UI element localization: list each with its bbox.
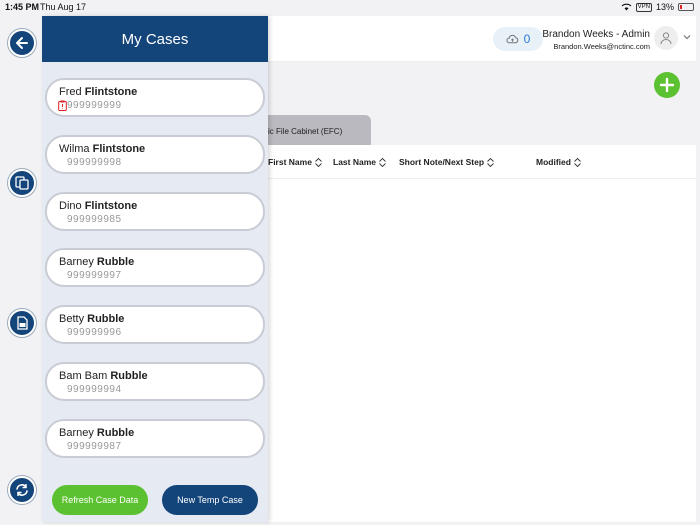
case-number: 999999987: [67, 441, 122, 452]
avatar[interactable]: [654, 26, 678, 50]
sort-icon: [574, 157, 581, 167]
case-name: Betty Rubble: [59, 313, 125, 325]
column-last-name[interactable]: Last Name: [333, 157, 386, 167]
user-icon: [660, 32, 672, 45]
switch-screens-button[interactable]: [8, 169, 36, 197]
battery-icon: [678, 3, 694, 11]
main-header: 0 Brandon Weeks - Admin Brandon.Weeks@nc…: [268, 16, 696, 62]
case-item[interactable]: Barney Rubble 999999997: [45, 248, 265, 287]
sync-count: 0: [523, 32, 531, 46]
back-button[interactable]: [8, 29, 36, 57]
status-date: Thu Aug 17: [40, 2, 87, 12]
sort-icon: [315, 157, 322, 167]
case-number: 999999998: [67, 157, 122, 168]
drawer-title: My Cases: [42, 16, 268, 62]
document-scan-button[interactable]: [8, 309, 36, 337]
column-short-note[interactable]: Short Note/Next Step: [399, 157, 494, 167]
tab-electronic-file-cabinet[interactable]: ic File Cabinet (EFC): [268, 115, 371, 145]
status-indicators: VPN 13%: [621, 2, 694, 12]
table-header: First Name Last Name Short Note/Next Ste…: [268, 145, 696, 179]
case-name: Bam Bam Rubble: [59, 370, 148, 382]
wifi-icon: [621, 3, 632, 11]
sort-icon: [379, 157, 386, 167]
case-name: Barney Rubble: [59, 427, 135, 439]
sync-icon: [16, 484, 28, 496]
add-case-button[interactable]: [654, 72, 680, 98]
vpn-badge: VPN: [635, 2, 652, 12]
sort-icon: [487, 157, 494, 167]
case-item[interactable]: Fred Flintstone 999999999: [45, 78, 265, 117]
sync-button[interactable]: [8, 476, 36, 504]
cases-table: First Name Last Name Short Note/Next Ste…: [268, 145, 696, 522]
case-number: 999999994: [67, 384, 122, 395]
cloud-sync-icon: [506, 34, 518, 43]
case-item[interactable]: Wilma Flintstone 999999998: [45, 135, 265, 174]
back-arrow-icon: [16, 37, 28, 49]
case-name: Barney Rubble: [59, 256, 135, 268]
case-item[interactable]: Barney Rubble 999999987: [45, 419, 265, 458]
clipboard-alert-icon: [58, 100, 67, 111]
main-panel: 0 Brandon Weeks - Admin Brandon.Weeks@nc…: [268, 16, 696, 522]
my-cases-drawer: My Cases Fred Flintstone 999999999 Wilma…: [42, 16, 268, 522]
new-temp-case-button[interactable]: New Temp Case: [162, 485, 258, 515]
column-modified[interactable]: Modified: [536, 157, 581, 167]
case-item[interactable]: Dino Flintstone 999999985: [45, 192, 265, 231]
status-bar: 1:45 PM Thu Aug 17 VPN 13%: [0, 0, 700, 14]
left-rail: [0, 14, 42, 525]
case-item[interactable]: Betty Rubble 999999996: [45, 305, 265, 344]
refresh-case-data-button[interactable]: Refresh Case Data: [52, 485, 148, 515]
user-name: Brandon Weeks - Admin: [542, 29, 650, 40]
plus-icon: [659, 77, 675, 93]
user-email: Brandon.Weeks@nctinc.com: [553, 42, 650, 51]
case-list: Fred Flintstone 999999999 Wilma Flintsto…: [42, 62, 268, 476]
case-name: Dino Flintstone: [59, 200, 138, 212]
battery-percent: 13%: [655, 2, 674, 12]
drawer-footer: Refresh Case Data New Temp Case: [42, 476, 268, 522]
case-number: 999999985: [67, 214, 122, 225]
case-number: 999999996: [67, 327, 122, 338]
column-first-name[interactable]: First Name: [268, 157, 322, 167]
switch-screens-icon: [15, 176, 29, 190]
document-scan-icon: [17, 316, 28, 330]
case-number: 999999999: [67, 100, 122, 111]
case-item[interactable]: Bam Bam Rubble 999999994: [45, 362, 265, 401]
sync-status-button[interactable]: 0: [493, 27, 543, 51]
case-number: 999999997: [67, 270, 122, 281]
chevron-down-icon[interactable]: [683, 33, 691, 41]
case-name: Fred Flintstone: [59, 86, 138, 98]
status-time: 1:45 PM: [5, 2, 40, 12]
case-name: Wilma Flintstone: [59, 143, 146, 155]
